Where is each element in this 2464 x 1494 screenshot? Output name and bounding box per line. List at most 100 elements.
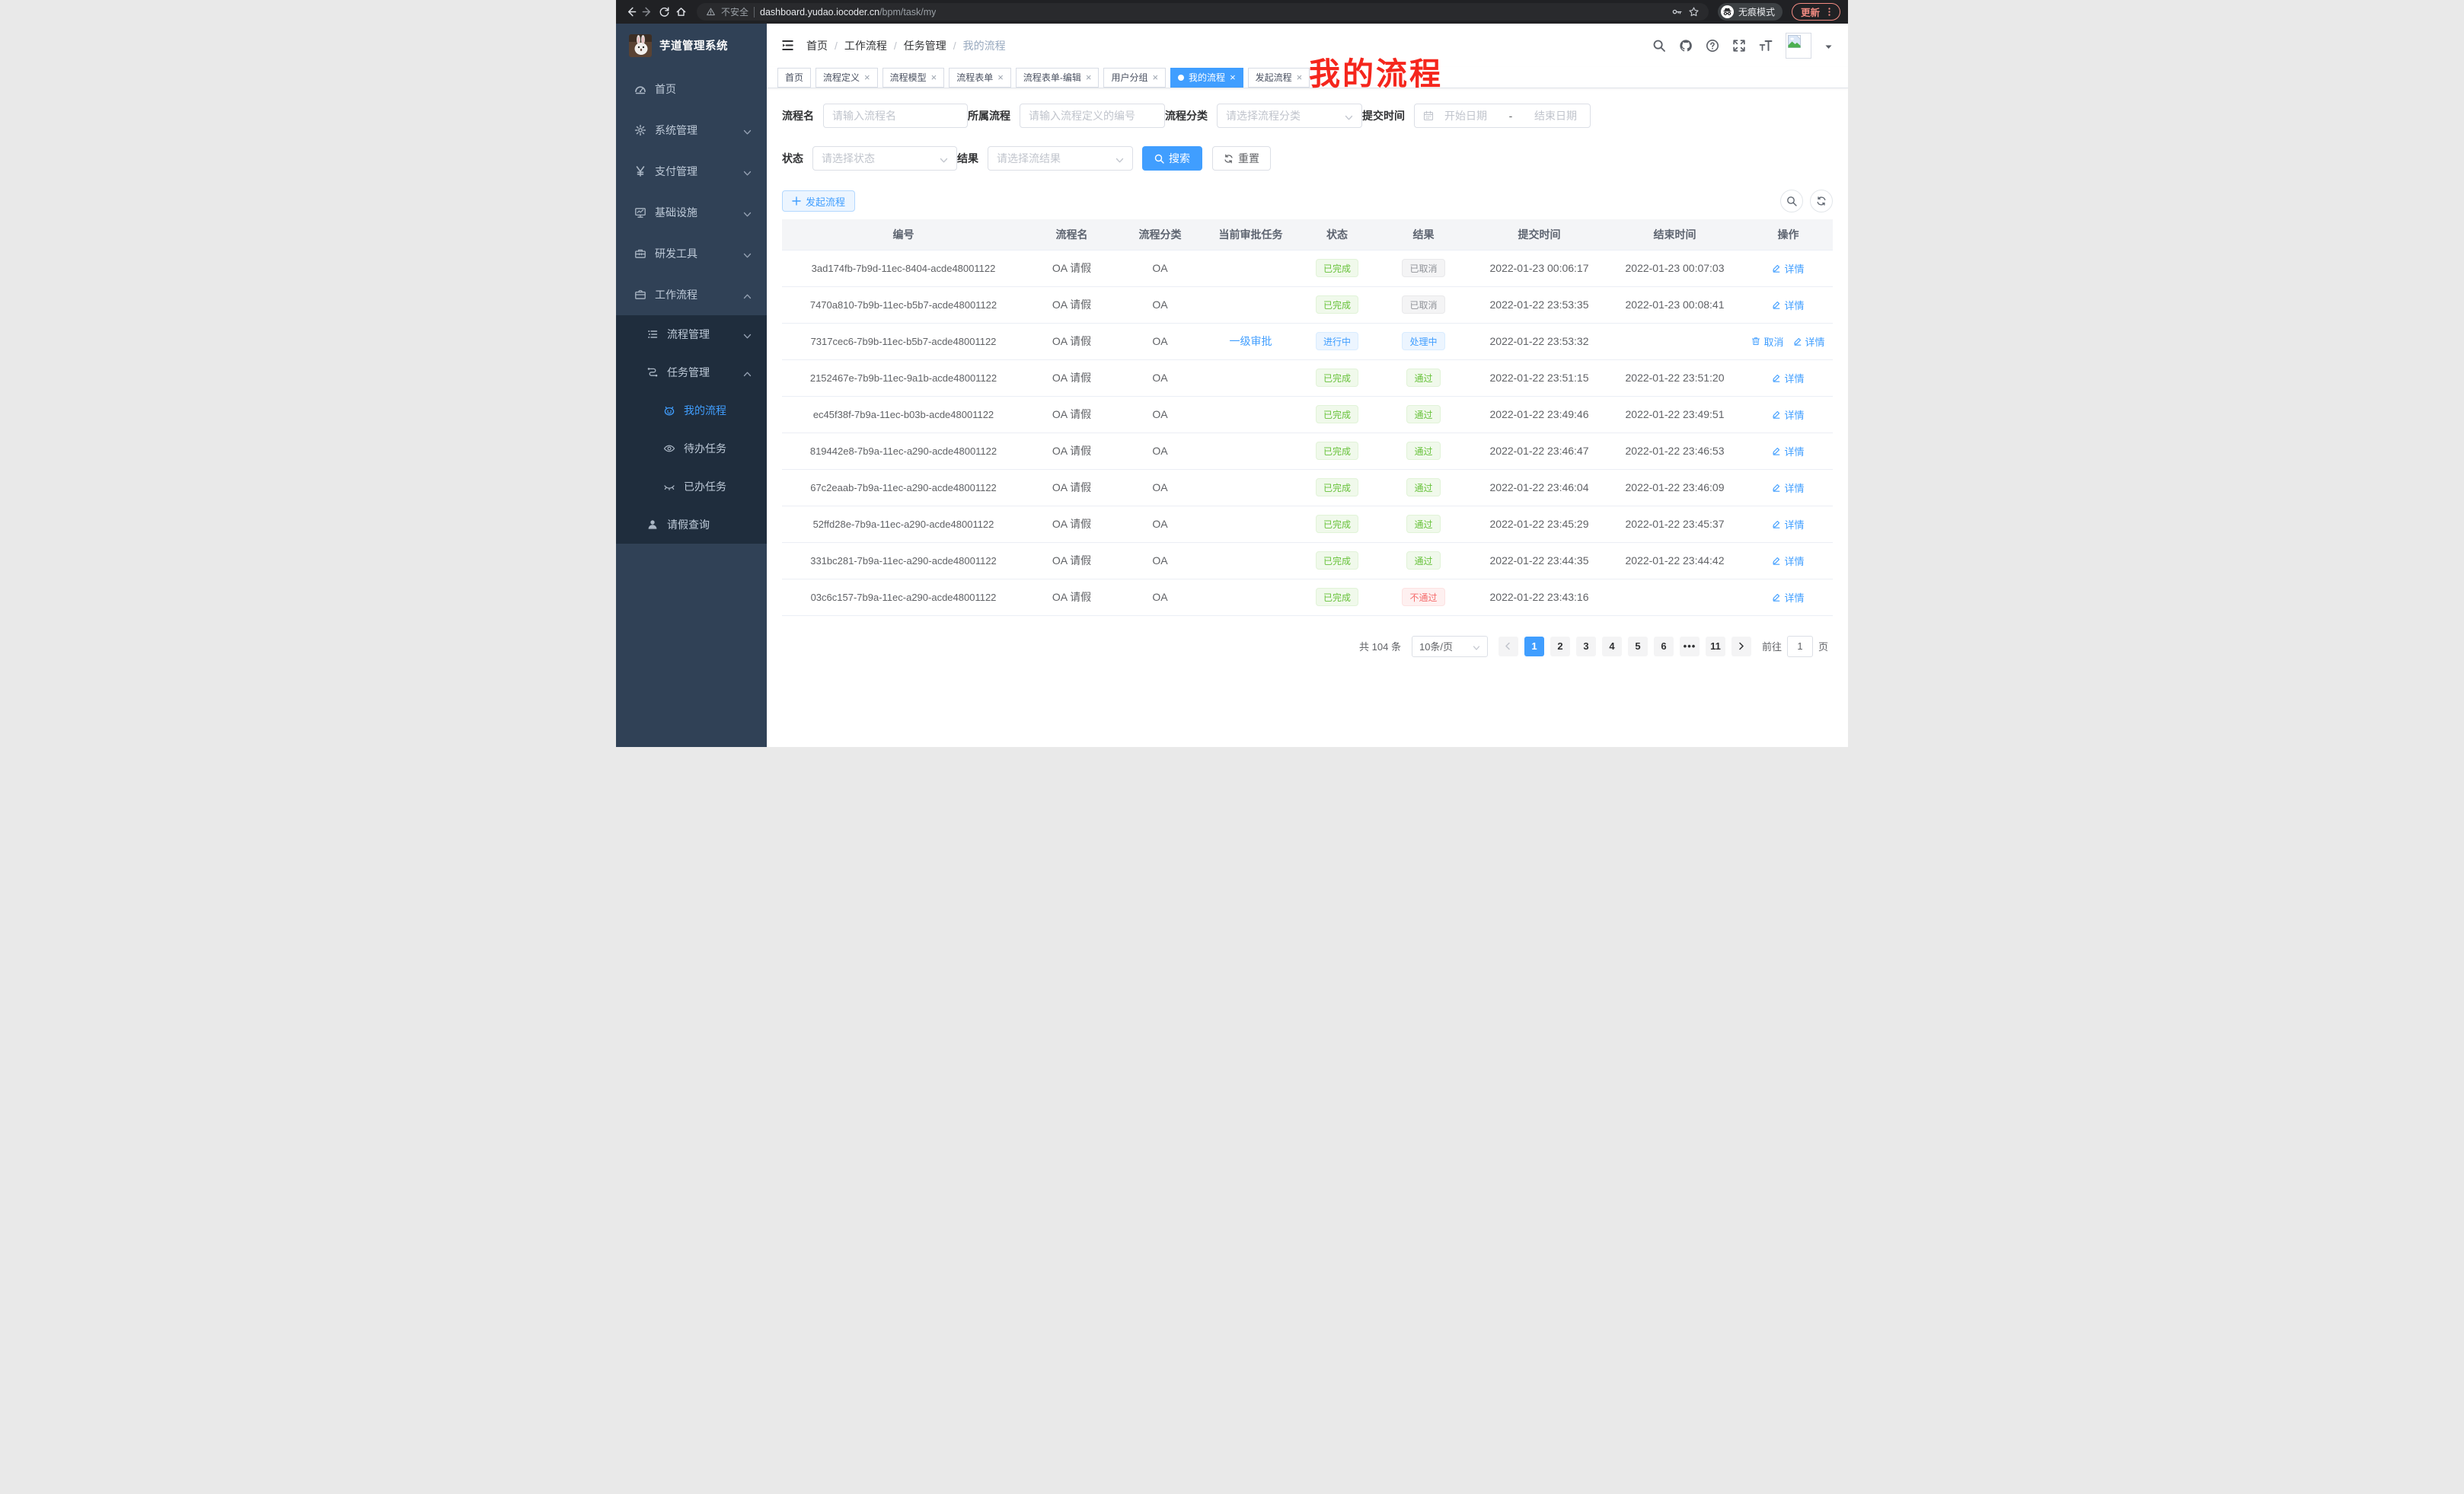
detail-link[interactable]: 详情 xyxy=(1772,517,1804,532)
fullscreen-icon[interactable] xyxy=(1732,39,1746,53)
help-icon[interactable] xyxy=(1706,39,1719,53)
filter-input-流程名[interactable] xyxy=(823,104,968,128)
cell-submit-time: 2022-01-23 00:06:17 xyxy=(1473,250,1606,286)
filter-select-流程分类[interactable]: 请选择流程分类 xyxy=(1217,104,1362,128)
filter-select-状态[interactable]: 请选择状态 xyxy=(812,146,957,171)
tab-流程定义[interactable]: 流程定义× xyxy=(815,68,878,88)
user-avatar[interactable] xyxy=(1786,33,1811,59)
sidebar-item-研发工具[interactable]: 研发工具 xyxy=(616,233,767,274)
sidebar-item-支付管理[interactable]: 支付管理 xyxy=(616,151,767,192)
filter-daterange-提交时间[interactable]: 开始日期-结束日期 xyxy=(1414,104,1591,128)
page-button-5[interactable]: 5 xyxy=(1628,637,1648,656)
breadcrumb-item[interactable]: 首页 xyxy=(806,38,828,53)
sidebar-item-流程管理[interactable]: 流程管理 xyxy=(616,315,767,353)
detail-link[interactable]: 详情 xyxy=(1793,334,1825,349)
address-bar[interactable]: 不安全 dashboard.yudao.iocoder.cn/bpm/task/… xyxy=(697,3,1709,21)
column-header-编号: 编号 xyxy=(782,219,1025,250)
sidebar-item-系统管理[interactable]: 系统管理 xyxy=(616,110,767,151)
page-size-select[interactable]: 10条/页 xyxy=(1412,636,1488,657)
page-button-1[interactable]: 1 xyxy=(1524,637,1544,656)
not-secure-label[interactable]: 不安全 xyxy=(721,5,748,18)
logo-avatar xyxy=(629,34,652,57)
detail-link[interactable]: 详情 xyxy=(1772,444,1804,458)
tab-close-icon[interactable]: × xyxy=(1297,72,1303,82)
page-button-4[interactable]: 4 xyxy=(1602,637,1622,656)
chevron-down-icon xyxy=(1116,155,1124,163)
sidebar-item-待办任务[interactable]: 待办任务 xyxy=(616,429,767,468)
detail-link[interactable]: 详情 xyxy=(1772,261,1804,276)
detail-link[interactable]: 详情 xyxy=(1772,590,1804,605)
refresh-table-button[interactable] xyxy=(1810,190,1833,212)
tab-用户分组[interactable]: 用户分组× xyxy=(1103,68,1166,88)
tab-流程表单[interactable]: 流程表单× xyxy=(949,68,1011,88)
detail-link[interactable]: 详情 xyxy=(1772,298,1804,312)
cell-current-task xyxy=(1202,579,1300,615)
tab-我的流程[interactable]: 我的流程× xyxy=(1170,68,1243,88)
browser-back-icon[interactable] xyxy=(624,5,637,19)
sidebar-item-任务管理[interactable]: 任务管理 xyxy=(616,353,767,391)
sidebar-item-首页[interactable]: 首页 xyxy=(616,69,767,110)
detail-link[interactable]: 详情 xyxy=(1772,554,1804,568)
browser-forward-icon[interactable] xyxy=(640,5,654,19)
cell-current-task xyxy=(1202,286,1300,323)
prev-page-button[interactable] xyxy=(1499,637,1518,656)
current-task-link[interactable]: 一级审批 xyxy=(1230,335,1272,347)
tab-close-icon[interactable]: × xyxy=(1086,72,1092,82)
column-header-流程分类: 流程分类 xyxy=(1119,219,1202,250)
cell-current-task xyxy=(1202,250,1300,286)
breadcrumb-separator: / xyxy=(953,40,956,52)
detail-link[interactable]: 详情 xyxy=(1772,480,1804,495)
page-button-11[interactable]: 11 xyxy=(1706,637,1725,656)
logo-row[interactable]: 芋道管理系统 xyxy=(616,24,767,67)
breadcrumb-separator: / xyxy=(894,40,897,52)
font-size-icon[interactable] xyxy=(1759,39,1773,53)
browser-update-button[interactable]: 更新 xyxy=(1792,3,1840,21)
search-button[interactable]: 搜索 xyxy=(1142,146,1202,171)
tab-close-icon[interactable]: × xyxy=(1230,72,1236,82)
sidebar-item-工作流程[interactable]: 工作流程 xyxy=(616,274,767,315)
avatar-caret-down-icon[interactable] xyxy=(1824,41,1833,49)
tab-首页[interactable]: 首页 xyxy=(777,68,811,88)
detail-link[interactable]: 详情 xyxy=(1772,371,1804,385)
tab-close-icon[interactable]: × xyxy=(931,72,937,82)
pager-ellipsis[interactable]: ••• xyxy=(1680,637,1700,656)
collapse-sidebar-icon[interactable] xyxy=(780,38,795,53)
browser-reload-icon[interactable] xyxy=(657,5,671,19)
tab-发起流程[interactable]: 发起流程× xyxy=(1248,68,1310,88)
url-text[interactable]: dashboard.yudao.iocoder.cn/bpm/task/my xyxy=(760,7,936,18)
tab-流程模型[interactable]: 流程模型× xyxy=(883,68,945,88)
tab-close-icon[interactable]: × xyxy=(997,72,1004,82)
next-page-button[interactable] xyxy=(1732,637,1751,656)
tab-close-icon[interactable]: × xyxy=(1152,72,1158,82)
cell-result: 通过 xyxy=(1374,359,1473,396)
reset-button[interactable]: 重置 xyxy=(1212,146,1271,171)
sidebar-item-已办任务[interactable]: 已办任务 xyxy=(616,468,767,506)
tab-close-icon[interactable]: × xyxy=(864,72,870,82)
start-process-button[interactable]: 发起流程 xyxy=(782,190,855,212)
github-icon[interactable] xyxy=(1679,39,1693,53)
op-link-label: 取消 xyxy=(1763,334,1783,349)
search-icon[interactable] xyxy=(1652,39,1666,53)
goto-page-input[interactable] xyxy=(1787,636,1813,657)
op-link-label: 详情 xyxy=(1784,371,1804,385)
filter-select-结果[interactable]: 请选择流结果 xyxy=(988,146,1133,171)
browser-home-icon[interactable] xyxy=(674,5,688,19)
page-button-3[interactable]: 3 xyxy=(1576,637,1596,656)
breadcrumb-item[interactable]: 工作流程 xyxy=(844,38,887,53)
breadcrumb-item[interactable]: 任务管理 xyxy=(904,38,946,53)
sidebar-item-基础设施[interactable]: 基础设施 xyxy=(616,192,767,233)
sidebar-item-请假查询[interactable]: 请假查询 xyxy=(616,506,767,544)
toggle-search-button[interactable] xyxy=(1780,190,1803,212)
page-button-2[interactable]: 2 xyxy=(1550,637,1570,656)
detail-link[interactable]: 详情 xyxy=(1772,407,1804,422)
filter-input-所属流程[interactable] xyxy=(1020,104,1165,128)
tab-流程表单-编辑[interactable]: 流程表单-编辑× xyxy=(1016,68,1100,88)
password-key-icon[interactable] xyxy=(1671,6,1683,18)
tag-view-bar: 首页流程定义×流程模型×流程表单×流程表单-编辑×用户分组×我的流程×发起流程× xyxy=(767,67,1848,88)
bookmark-star-icon[interactable] xyxy=(1688,6,1700,18)
page-button-6[interactable]: 6 xyxy=(1654,637,1674,656)
cancel-link[interactable]: 取消 xyxy=(1751,334,1783,349)
cell-id: 819442e8-7b9a-11ec-a290-acde48001122 xyxy=(782,433,1025,469)
sidebar-item-我的流程[interactable]: 我的流程 xyxy=(616,391,767,429)
operations: 详情 xyxy=(1744,517,1833,532)
